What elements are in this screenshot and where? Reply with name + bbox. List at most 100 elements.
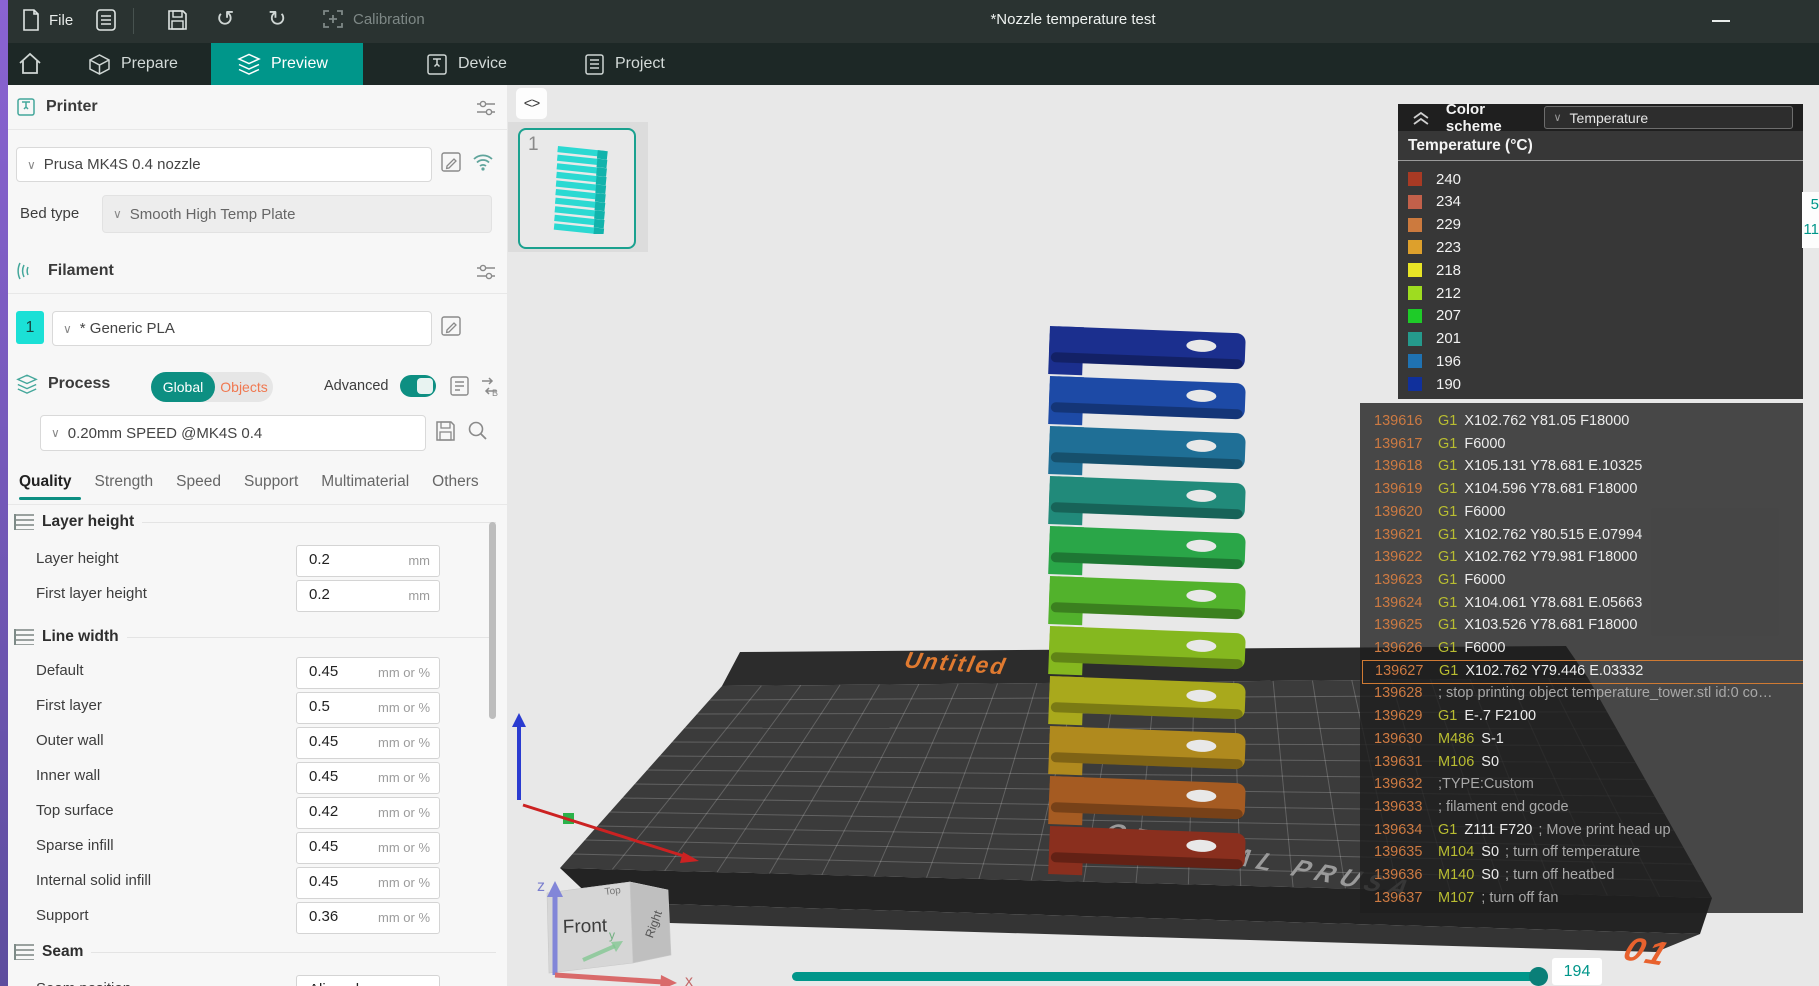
- setting-input-seam-position[interactable]: Aligned: [296, 975, 440, 986]
- legend-item[interactable]: 234: [1408, 191, 1461, 213]
- process-scope-objects[interactable]: Objects: [215, 372, 273, 402]
- setting-input-first-layer-height[interactable]: 0.2 mm: [296, 580, 440, 612]
- legend-item[interactable]: 229: [1408, 214, 1461, 236]
- section-header-line-width[interactable]: Line width: [14, 628, 496, 646]
- gcode-line[interactable]: 139617 G1 F6000: [1362, 433, 1803, 455]
- param-tab-others[interactable]: Others: [432, 473, 479, 491]
- collapse-plate-list-button[interactable]: <>: [516, 88, 547, 119]
- edit-filament-icon[interactable]: [440, 315, 462, 337]
- temperature-tower-model[interactable]: [1042, 318, 1292, 898]
- color-scheme-select[interactable]: ∨ Temperature: [1544, 106, 1793, 129]
- gcode-line[interactable]: 139619 G1 X104.596 Y78.681 F18000: [1362, 478, 1803, 500]
- setting-input-layer-height[interactable]: 0.2 mm: [296, 545, 440, 577]
- notes-menu-icon[interactable]: [95, 8, 117, 32]
- redo-icon[interactable]: ↻: [268, 6, 286, 32]
- param-tab-quality[interactable]: Quality: [19, 473, 72, 491]
- gcode-line[interactable]: 139630 M486 S-1: [1362, 728, 1803, 750]
- gcode-line[interactable]: 139633 ; filament end gcode: [1362, 796, 1803, 818]
- gcode-line[interactable]: 139621 G1 X102.762 Y80.515 E.07994: [1362, 524, 1803, 546]
- sidebar-scrollbar[interactable]: [489, 522, 496, 719]
- tab-preview[interactable]: Preview: [211, 43, 363, 85]
- legend-item[interactable]: 218: [1408, 259, 1461, 281]
- legend-item[interactable]: 207: [1408, 305, 1461, 327]
- prepare-cube-icon: [89, 53, 110, 75]
- home-icon[interactable]: [17, 51, 43, 77]
- gcode-line[interactable]: 139632 ;TYPE:Custom: [1362, 773, 1803, 795]
- setting-input-sparse-infill[interactable]: 0.45 mm or %: [296, 832, 440, 864]
- setting-input-default[interactable]: 0.45 mm or %: [296, 657, 440, 689]
- save-icon[interactable]: [166, 8, 189, 32]
- wifi-connection-icon[interactable]: [471, 149, 495, 173]
- setting-label: First layer: [36, 697, 102, 714]
- gcode-line[interactable]: 139637 M107 ; turn off fan: [1362, 887, 1803, 909]
- calibration-menu[interactable]: Calibration: [322, 8, 425, 30]
- gcode-line-number: 139617: [1374, 435, 1423, 452]
- gcode-line[interactable]: 139623 G1 F6000: [1362, 569, 1803, 591]
- navigation-cube[interactable]: Top Front Right y z x: [525, 865, 725, 986]
- legend-item[interactable]: 190: [1408, 373, 1461, 395]
- section-header-seam[interactable]: Seam: [14, 943, 496, 961]
- filament-preset-select[interactable]: ∨ * Generic PLA: [52, 311, 432, 346]
- advanced-toggle[interactable]: [400, 375, 436, 397]
- param-tab-speed[interactable]: Speed: [176, 473, 221, 491]
- compare-presets-icon[interactable]: B: [478, 375, 500, 397]
- tab-device[interactable]: Device: [400, 43, 533, 85]
- undo-icon[interactable]: ↺: [216, 6, 234, 32]
- edit-printer-icon[interactable]: [440, 151, 462, 173]
- process-scope-global[interactable]: Global: [151, 372, 215, 402]
- gcode-command: M104: [1438, 844, 1475, 861]
- param-tab-multimaterial[interactable]: Multimaterial: [321, 473, 409, 491]
- gcode-line[interactable]: 139634 G1 Z111 F720 ; Move print head up: [1362, 819, 1803, 841]
- legend-value: 207: [1436, 307, 1462, 325]
- plate-thumbnail[interactable]: 1: [518, 128, 636, 249]
- setting-input-first-layer[interactable]: 0.5 mm or %: [296, 692, 440, 724]
- gcode-line[interactable]: 139626 G1 F6000: [1362, 637, 1803, 659]
- gcode-line[interactable]: 139629 G1 E-.7 F2100: [1362, 705, 1803, 727]
- param-tab-strength[interactable]: Strength: [95, 473, 154, 491]
- process-preset-select[interactable]: ∨ 0.20mm SPEED @MK4S 0.4: [40, 415, 426, 451]
- gcode-line[interactable]: 139631 M106 S0: [1362, 751, 1803, 773]
- search-preset-icon[interactable]: [466, 419, 489, 442]
- section-header-layer-height[interactable]: Layer height: [14, 513, 496, 531]
- legend-item[interactable]: 201: [1408, 328, 1461, 350]
- gcode-line[interactable]: 139625 G1 X103.526 Y78.681 F18000: [1362, 614, 1803, 636]
- printer-preset-select[interactable]: ∨ Prusa MK4S 0.4 nozzle: [16, 147, 432, 182]
- setting-input-outer-wall[interactable]: 0.45 mm or %: [296, 727, 440, 759]
- move-slider-track[interactable]: [792, 972, 1548, 981]
- filament-slot-badge[interactable]: 1: [16, 311, 44, 344]
- legend-item[interactable]: 196: [1408, 350, 1461, 372]
- gcode-line[interactable]: 139628 ; stop printing object temperature…: [1362, 682, 1803, 704]
- legend-item[interactable]: 212: [1408, 282, 1461, 304]
- legend-color-swatch: [1408, 172, 1422, 186]
- legend-item[interactable]: 223: [1408, 236, 1461, 258]
- printer-settings-icon[interactable]: [476, 99, 496, 117]
- preset-list-icon[interactable]: [449, 375, 470, 397]
- gcode-viewer-panel[interactable]: 139616 G1 X102.762 Y81.05 F18000 139617 G1 F6…: [1360, 403, 1803, 913]
- setting-input-support[interactable]: 0.36 mm or %: [296, 902, 440, 934]
- move-slider-knob[interactable]: [1529, 967, 1548, 986]
- gcode-line[interactable]: 139620 G1 F6000: [1362, 501, 1803, 523]
- setting-input-inner-wall[interactable]: 0.45 mm or %: [296, 762, 440, 794]
- legend-item[interactable]: 240: [1408, 168, 1461, 190]
- gcode-line[interactable]: 139618 G1 X105.131 Y78.681 E.10325: [1362, 455, 1803, 477]
- gcode-line[interactable]: 139624 G1 X104.061 Y78.681 E.05663: [1362, 592, 1803, 614]
- minimize-button[interactable]: [1712, 20, 1730, 22]
- save-preset-icon[interactable]: [434, 419, 457, 443]
- bed-type-select[interactable]: ∨ Smooth High Temp Plate: [102, 195, 492, 233]
- gcode-command: G1: [1438, 708, 1458, 725]
- param-tab-support[interactable]: Support: [244, 473, 298, 491]
- setting-input-top-surface[interactable]: 0.42 mm or %: [296, 797, 440, 829]
- collapse-panel-icon[interactable]: [1410, 110, 1432, 126]
- gcode-line-highlighted[interactable]: 139627 G1 X102.762 Y79.446 E.03332: [1362, 659, 1803, 684]
- gcode-line[interactable]: 139622 G1 X102.762 Y79.981 F18000: [1362, 546, 1803, 568]
- tab-prepare[interactable]: Prepare: [62, 43, 204, 85]
- file-menu[interactable]: File: [22, 9, 73, 31]
- gcode-line[interactable]: 139635 M104 S0 ; turn off temperature: [1362, 841, 1803, 863]
- setting-input-internal-solid-infill[interactable]: 0.45 mm or %: [296, 867, 440, 899]
- gcode-line[interactable]: 139636 M140 S0 ; turn off heatbed: [1362, 864, 1803, 886]
- gcode-line[interactable]: 139616 G1 X102.762 Y81.05 F18000: [1362, 410, 1803, 432]
- tab-project[interactable]: Project: [558, 43, 691, 85]
- gcode-command: G1: [1438, 640, 1458, 656]
- setting-label: First layer height: [36, 585, 147, 602]
- filament-settings-icon[interactable]: [476, 263, 496, 281]
